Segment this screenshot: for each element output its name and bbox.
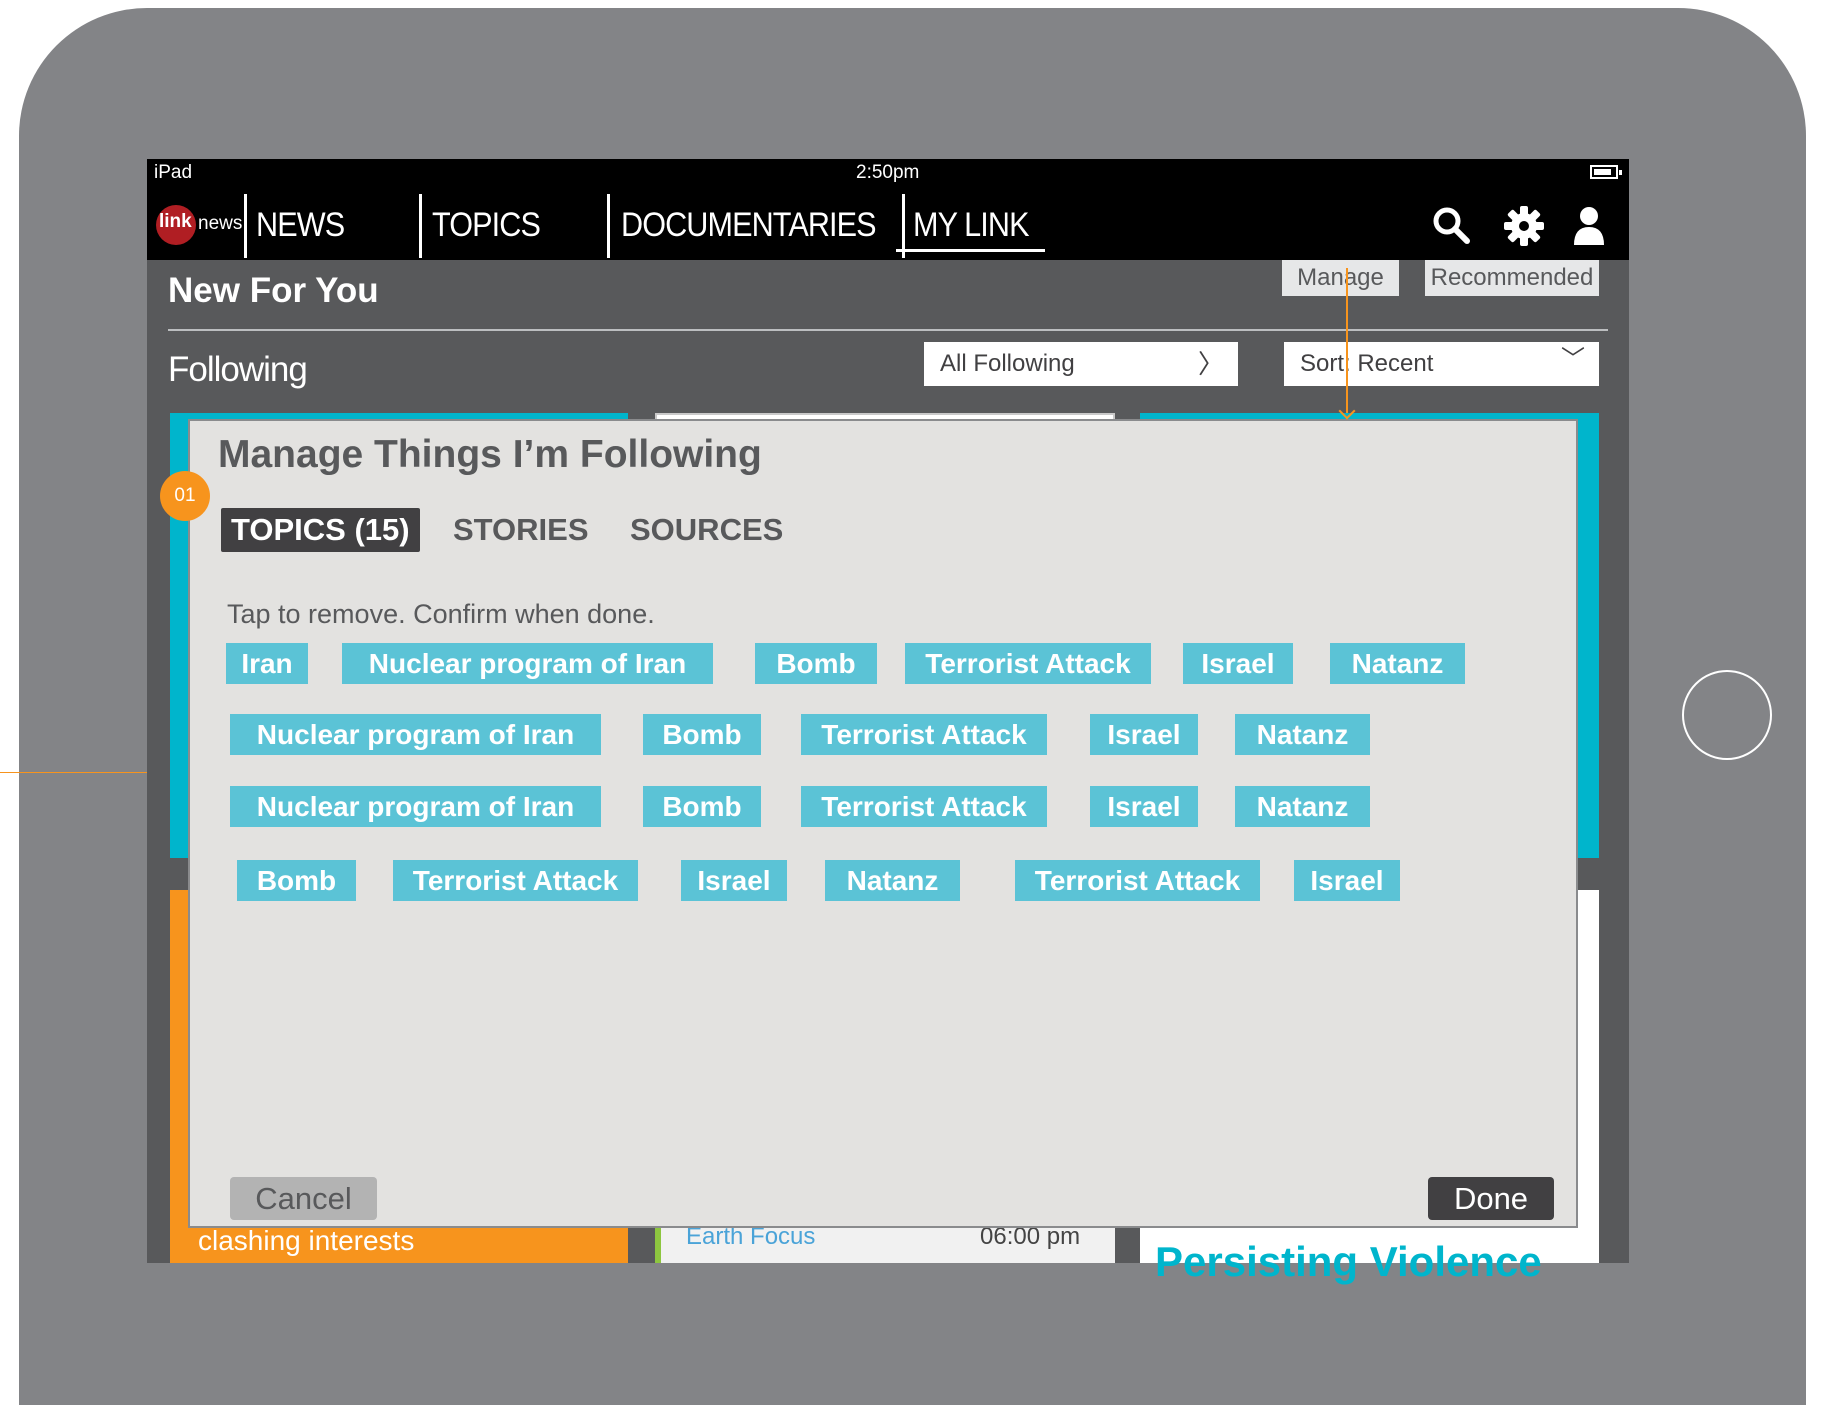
nav-topics[interactable]: TOPICS xyxy=(432,206,541,245)
nav-my-link[interactable]: MY LINK xyxy=(913,206,1029,245)
topic-chip[interactable]: Bomb xyxy=(755,643,877,684)
topic-chip[interactable]: Nuclear program of Iran xyxy=(230,714,601,755)
card-snippet: clashing interests xyxy=(198,1225,415,1256)
topic-chip[interactable]: Israel xyxy=(1294,860,1400,901)
topic-chip[interactable]: Terrorist Attack xyxy=(1015,860,1260,901)
topic-chip[interactable]: Natanz xyxy=(825,860,960,901)
search-icon[interactable] xyxy=(1431,205,1473,247)
topic-chip[interactable]: Nuclear program of Iran xyxy=(230,786,601,827)
topic-chip[interactable]: Israel xyxy=(1090,714,1198,755)
gear-icon[interactable] xyxy=(1503,205,1545,247)
manage-button[interactable]: Manage xyxy=(1282,260,1399,296)
topic-chip[interactable]: Terrorist Attack xyxy=(905,643,1151,684)
topic-chip[interactable]: Iran xyxy=(226,643,308,684)
topic-chip[interactable]: Bomb xyxy=(237,860,356,901)
manage-following-modal: Manage Things I’m Following TOPICS (15) … xyxy=(188,419,1578,1228)
status-bar: iPad 2:50pm xyxy=(147,159,1629,188)
device-label: iPad xyxy=(154,162,193,183)
clock: 2:50pm xyxy=(856,162,920,183)
following-label: Following xyxy=(168,350,308,389)
annotation-badge: 01 xyxy=(160,471,210,521)
chevron-right-icon: 〉 xyxy=(1197,349,1224,379)
top-nav: link news NEWS TOPICS DOCUMENTARIES MY L… xyxy=(147,188,1629,260)
topic-chip[interactable]: Bomb xyxy=(643,714,761,755)
topic-chip[interactable]: Natanz xyxy=(1330,643,1465,684)
divider xyxy=(168,329,1608,331)
tab-topics[interactable]: TOPICS (15) xyxy=(221,508,420,552)
topic-chip[interactable]: Nuclear program of Iran xyxy=(342,643,713,684)
modal-title: Manage Things I’m Following xyxy=(218,433,762,476)
logo-link-text: link xyxy=(159,211,192,232)
cancel-button[interactable]: Cancel xyxy=(230,1177,377,1220)
recommended-button[interactable]: Recommended xyxy=(1425,260,1599,296)
nav-divider xyxy=(607,194,610,258)
nav-divider xyxy=(419,194,422,258)
topic-chip[interactable]: Terrorist Attack xyxy=(801,786,1047,827)
nav-documentaries[interactable]: DOCUMENTARIES xyxy=(621,206,877,245)
user-icon[interactable] xyxy=(1571,205,1607,247)
tab-sources[interactable]: SOURCES xyxy=(630,508,783,552)
topic-chip[interactable]: Israel xyxy=(1183,643,1293,684)
filter-value: All Following xyxy=(940,350,1075,377)
sort-value: Sort: Recent xyxy=(1300,350,1434,377)
logo-news-text: news xyxy=(198,213,243,234)
done-button[interactable]: Done xyxy=(1428,1177,1554,1220)
filter-select[interactable]: All Following 〉 xyxy=(924,342,1238,386)
sort-select[interactable]: Sort: Recent ﹀ xyxy=(1284,342,1599,386)
card-headline: Persisting Violence xyxy=(1155,1238,1542,1285)
topic-chip[interactable]: Terrorist Attack xyxy=(801,714,1047,755)
instruction-text: Tap to remove. Confirm when done. xyxy=(227,599,655,629)
topic-chip[interactable]: Terrorist Attack xyxy=(393,860,638,901)
home-button[interactable] xyxy=(1682,670,1772,760)
page-title: New For You xyxy=(168,271,379,310)
topic-chip[interactable]: Natanz xyxy=(1235,714,1370,755)
topic-chip[interactable]: Bomb xyxy=(643,786,761,827)
topic-chip[interactable]: Israel xyxy=(681,860,787,901)
nav-divider xyxy=(244,194,247,258)
topic-chip[interactable]: Natanz xyxy=(1235,786,1370,827)
topic-chip[interactable]: Israel xyxy=(1090,786,1198,827)
nav-news[interactable]: NEWS xyxy=(256,206,345,245)
tab-stories[interactable]: STORIES xyxy=(453,508,589,552)
active-tab-underline xyxy=(896,249,1045,252)
chevron-down-icon: ﹀ xyxy=(1561,346,1585,373)
battery-icon xyxy=(1590,165,1622,179)
annotation-connector xyxy=(1346,268,1348,413)
